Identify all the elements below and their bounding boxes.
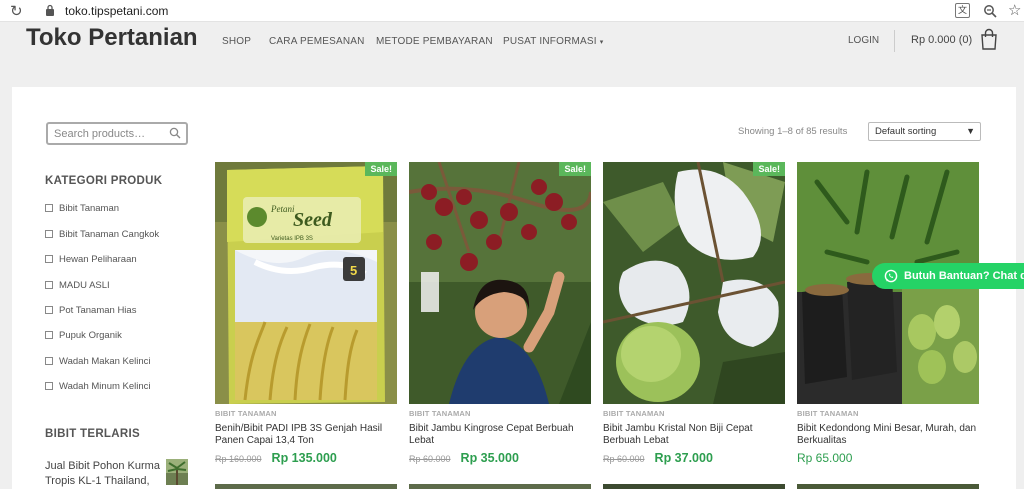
category-item[interactable]: MADU ASLI [45,279,110,291]
nav-pusat-informasi[interactable]: PUSAT INFORMASI ▾ [503,36,603,47]
search-input[interactable] [54,126,164,142]
browser-address-bar: ↻ toko.tipspetani.com 文 ☆ [0,0,1024,22]
zoom-icon[interactable] [983,4,997,18]
old-price: Rp 160.000 [215,454,262,464]
site-header: Toko Pertanian SHOP CARA PEMESANAN METOD… [0,22,1024,77]
site-logo[interactable]: Toko Pertanian [26,24,198,52]
sale-badge: Sale! [559,162,591,176]
product-card-peek[interactable] [603,484,785,489]
category-item[interactable]: Bibit Tanaman Cangkok [45,228,159,240]
category-label: Hewan Peliharaan [59,253,137,265]
bestseller-item-title[interactable]: Jual Bibit Pohon Kurma Tropis KL-1 Thail… [45,459,165,489]
product-category[interactable]: BIBIT TANAMAN [409,409,591,418]
translate-icon[interactable]: 文 [955,3,970,18]
price-row: Rp 60.000 Rp 35.000 [409,451,591,465]
product-card-peek[interactable] [797,484,979,489]
category-label: Pupuk Organik [59,329,122,341]
product-card[interactable]: Petani Seed Varietas IPB 3S 5 Sale! BIBI… [215,162,397,465]
sort-select[interactable]: Default sorting ▼ [868,122,981,141]
nav-pusat-informasi-label: PUSAT INFORMASI [503,36,597,47]
price-row: Rp 65.000 [797,451,979,465]
product-category[interactable]: BIBIT TANAMAN [215,409,397,418]
product-card[interactable]: Sale! BIBIT TANAMAN Bibit Jambu Kristal … [603,162,785,465]
bookmark-star-icon[interactable]: ☆ [1008,1,1021,19]
cart-total[interactable]: Rp 0.000 (0) [911,34,972,46]
old-price: Rp 60.000 [409,454,451,464]
package-brand-text: Petani [270,204,295,214]
old-price: Rp 60.000 [603,454,645,464]
category-item[interactable]: Bibit Tanaman [45,202,119,214]
sale-badge: Sale! [365,162,397,176]
nav-cara-pemesanan[interactable]: CARA PEMESANAN [269,36,365,47]
category-label: Bibit Tanaman [59,202,120,214]
product-title[interactable]: Bibit Jambu Kingrose Cepat Berbuah Lebat [409,423,591,447]
checkbox-icon[interactable] [45,281,53,289]
whatsapp-icon [884,269,898,283]
whatsapp-label: Butuh Bantuan? Chat di [904,270,1024,282]
checkbox-icon[interactable] [45,306,53,314]
category-label: Pot Tanaman Hias [59,304,137,316]
product-card-peek[interactable] [215,484,397,489]
price-row: Rp 60.000 Rp 37.000 [603,451,785,465]
category-item[interactable]: Hewan Peliharaan [45,253,137,265]
results-count: Showing 1–8 of 85 results [738,126,848,137]
sale-price: Rp 135.000 [271,451,337,465]
product-category[interactable]: BIBIT TANAMAN [603,409,785,418]
nav-shop[interactable]: SHOP [222,36,251,47]
regular-price: Rp 65.000 [797,451,853,465]
bestseller-heading: BIBIT TERLARIS [45,428,140,440]
checkbox-icon[interactable] [45,357,53,365]
category-item[interactable]: Pot Tanaman Hias [45,304,136,316]
category-item[interactable]: Wadah Makan Kelinci [45,355,151,367]
header-divider [894,30,895,52]
checkbox-icon[interactable] [45,255,53,263]
checkbox-icon[interactable] [45,331,53,339]
checkbox-icon[interactable] [45,382,53,390]
product-title[interactable]: Bibit Jambu Kristal Non Biji Cepat Berbu… [603,423,785,447]
categories-heading: KATEGORI PRODUK [45,175,163,187]
nav-metode-pembayaran[interactable]: METODE PEMBAYARAN [376,36,493,47]
package-variety-text: Varietas IPB 3S [271,236,313,242]
shopping-bag-icon[interactable] [980,28,998,50]
category-label: Bibit Tanaman Cangkok [59,228,160,240]
url-text[interactable]: toko.tipspetani.com [65,4,168,18]
product-image[interactable]: Sale! [603,162,785,404]
sort-selected-value: Default sorting [875,126,937,137]
package-seed-text: Seed [293,209,333,231]
whatsapp-chat-button[interactable]: Butuh Bantuan? Chat di [872,263,1024,289]
category-item[interactable]: Pupuk Organik [45,329,122,341]
login-link[interactable]: LOGIN [848,35,879,46]
chevron-down-icon: ▾ [599,39,604,46]
sale-price: Rp 35.000 [460,451,519,465]
category-item[interactable]: Wadah Minum Kelinci [45,380,151,392]
search-icon[interactable] [169,127,181,139]
checkbox-icon[interactable] [45,204,53,212]
product-card[interactable]: BIBIT TANAMAN Bibit Kedondong Mini Besar… [797,162,979,465]
category-label: Wadah Minum Kelinci [59,380,151,392]
product-category[interactable]: BIBIT TANAMAN [797,409,979,418]
product-image[interactable]: Sale! [409,162,591,404]
price-row: Rp 160.000 Rp 135.000 [215,451,397,465]
lock-icon [46,4,54,16]
bestseller-thumbnail[interactable] [166,459,188,485]
checkbox-icon[interactable] [45,230,53,238]
product-image[interactable]: Petani Seed Varietas IPB 3S 5 Sale! [215,162,397,404]
product-card[interactable]: Sale! BIBIT TANAMAN Bibit Jambu Kingrose… [409,162,591,465]
chevron-down-icon: ▼ [966,126,975,136]
product-title[interactable]: Benih/Bibit PADI IPB 3S Genjah Hasil Pan… [215,423,397,447]
category-label: Wadah Makan Kelinci [59,355,151,367]
category-label: MADU ASLI [59,279,110,291]
product-title[interactable]: Bibit Kedondong Mini Besar, Murah, dan B… [797,423,979,447]
package-weight-text: 5 [350,263,357,278]
product-card-peek[interactable] [409,484,591,489]
sale-price: Rp 37.000 [654,451,713,465]
sale-badge: Sale! [753,162,785,176]
product-search-box[interactable] [46,122,188,145]
reload-icon[interactable]: ↻ [10,2,23,20]
